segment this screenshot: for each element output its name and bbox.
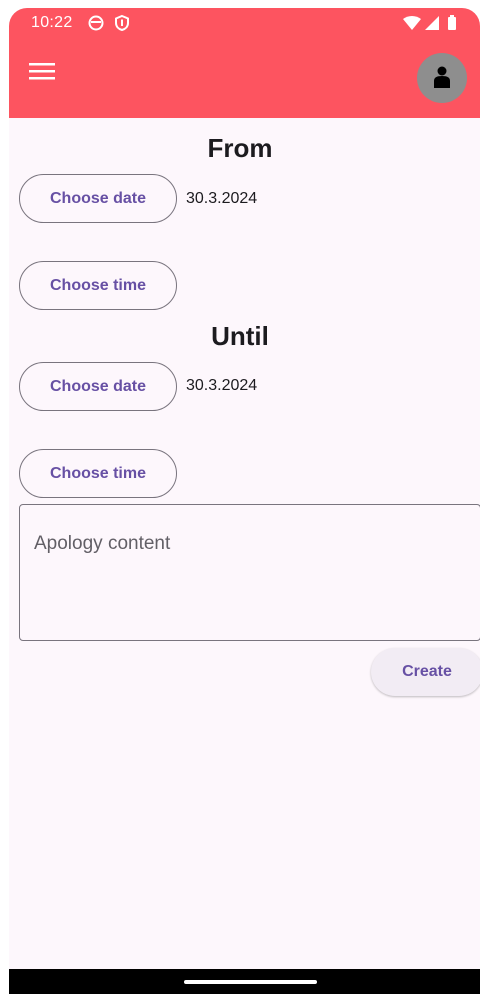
apology-content-field[interactable]: Apology content [19,504,480,641]
from-choose-time-button[interactable]: Choose time [19,261,177,310]
until-choose-date-button[interactable]: Choose date [19,362,177,411]
from-heading: From [207,133,273,163]
status-bar: 10:22 [9,8,480,40]
shield-icon [113,14,131,37]
apology-content-placeholder: Apology content [34,533,171,554]
avatar[interactable] [417,53,467,103]
from-date-value: 30.3.2024 [186,190,258,207]
until-date-value: 30.3.2024 [186,377,258,394]
system-nav-bar [9,969,480,994]
app-bar: 10:22 [9,8,480,118]
from-choose-date-button[interactable]: Choose date [19,174,177,223]
signal-icon [423,14,441,37]
until-heading: Until [211,321,269,351]
person-icon [434,66,450,88]
record-icon [87,14,105,37]
device-screen: 10:22 From Choose date 30.3.2024 Choose … [9,8,480,994]
create-button[interactable]: Create [371,648,480,696]
home-gesture-handle[interactable] [184,980,317,984]
hamburger-menu-icon[interactable] [29,60,59,86]
until-choose-time-button[interactable]: Choose time [19,449,177,498]
wifi-icon [402,14,422,37]
status-time: 10:22 [31,14,73,31]
battery-icon [446,14,458,37]
